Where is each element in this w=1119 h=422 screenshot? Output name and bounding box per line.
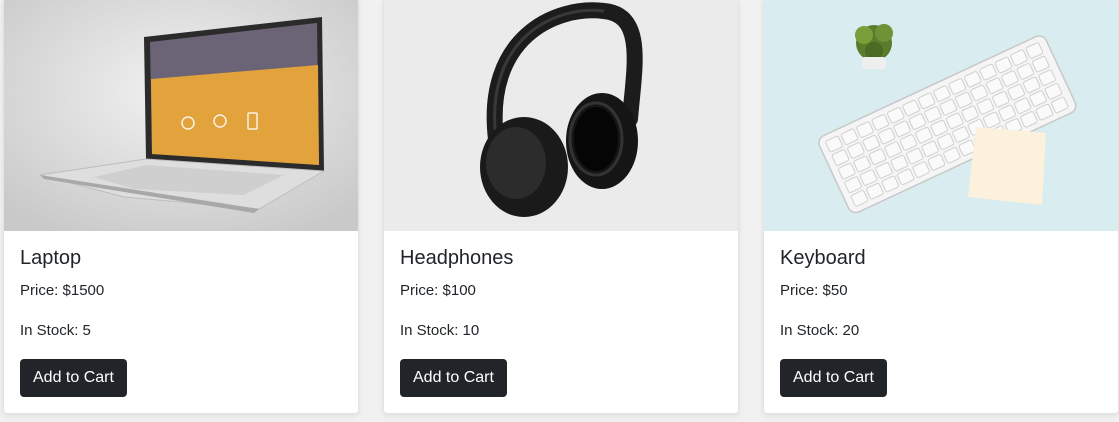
laptop-image (4, 0, 358, 231)
product-stock: In Stock: 20 (780, 322, 860, 339)
product-stock: In Stock: 5 (20, 322, 91, 339)
product-stock: In Stock: 10 (400, 322, 480, 339)
product-price: Price: $1500 (20, 282, 105, 299)
product-grid: Laptop Price: $1500 In Stock: 5 Add to C… (0, 0, 1119, 422)
headphones-image (384, 0, 738, 231)
product-price: Price: $50 (780, 282, 848, 299)
product-card-headphones: Headphones Price: $100 In Stock: 10 Add … (383, 0, 739, 414)
product-title: Laptop (20, 247, 82, 269)
product-title: Keyboard (780, 247, 866, 269)
add-to-cart-button[interactable]: Add to Cart (780, 359, 887, 397)
product-price: Price: $100 (400, 282, 476, 299)
add-to-cart-button[interactable]: Add to Cart (400, 359, 507, 397)
product-card-keyboard: Keyboard Price: $50 In Stock: 20 Add to … (763, 0, 1119, 414)
product-card-laptop: Laptop Price: $1500 In Stock: 5 Add to C… (3, 0, 359, 414)
keyboard-image (764, 0, 1118, 231)
add-to-cart-button[interactable]: Add to Cart (20, 359, 127, 397)
product-title: Headphones (400, 247, 514, 269)
